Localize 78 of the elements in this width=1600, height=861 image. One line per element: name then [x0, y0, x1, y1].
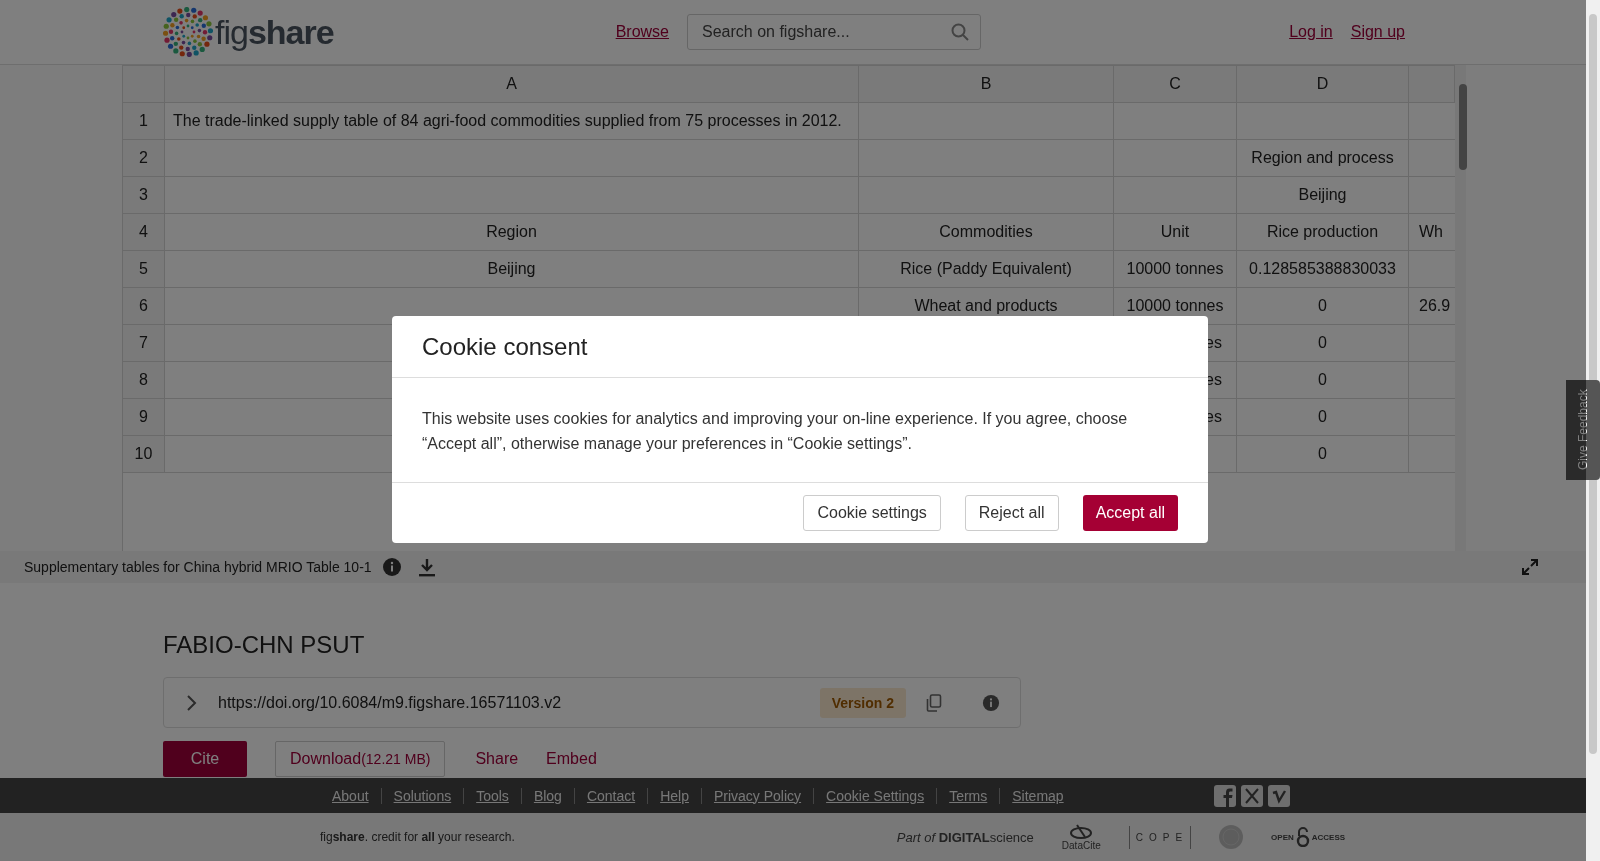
table-cell: 0 — [1237, 436, 1409, 473]
column-header[interactable]: A — [165, 66, 859, 103]
facebook-icon[interactable] — [1213, 784, 1236, 807]
table-cell: Rice production — [1237, 214, 1409, 251]
row-number: 2 — [123, 140, 165, 177]
table-cell: The trade-linked supply table of 84 agri-food commodities supplied from 75 processes in 2012. — [165, 103, 859, 140]
search-icon[interactable] — [951, 23, 969, 41]
footer-link[interactable]: Terms — [936, 787, 1000, 804]
padlock-icon[interactable] — [1295, 827, 1310, 847]
version-badge: Version 2 — [819, 687, 906, 718]
login-link[interactable]: Log in — [1289, 23, 1333, 41]
column-header[interactable]: C — [1114, 66, 1237, 103]
footer-link[interactable]: Cookie Settings — [813, 787, 937, 804]
footer-link[interactable]: Tools — [463, 787, 521, 804]
cookie-button[interactable]: Cookie settings — [803, 495, 941, 531]
vimeo-icon[interactable] — [1267, 784, 1290, 807]
doi-link[interactable]: https://doi.org/10.6084/m9.figshare.16571103.v2 — [218, 693, 562, 712]
cookie-button[interactable]: Reject all — [964, 495, 1059, 531]
open-access-label[interactable]: OPEN — [1271, 832, 1294, 842]
chevron-right-icon[interactable] — [186, 693, 198, 712]
table-cell: 0 — [1237, 288, 1409, 325]
row-number: 8 — [123, 362, 165, 399]
datacite-logo[interactable]: DataCite — [1061, 839, 1101, 851]
action-link[interactable]: Share — [461, 741, 533, 777]
column-header[interactable]: B — [859, 66, 1114, 103]
table-cell: Unit — [1114, 214, 1237, 251]
row-number: 9 — [123, 399, 165, 436]
row-number: 5 — [123, 251, 165, 288]
row-number: 4 — [123, 214, 165, 251]
cookie-button[interactable]: Accept all — [1082, 495, 1178, 531]
action-button[interactable]: Cite — [163, 741, 247, 777]
dialog-title: Cookie consent — [422, 332, 588, 361]
table-cell: 0.128585388830033 — [1237, 251, 1409, 288]
tagline: figshare. credit for all your research. — [320, 830, 515, 844]
info-icon[interactable] — [982, 693, 1000, 712]
action-link[interactable]: Embed — [532, 741, 611, 777]
table-cell: 0 — [1237, 399, 1409, 436]
footer-link[interactable]: Solutions — [380, 787, 464, 804]
file-title: Supplementary tables for China hybrid MRIO Table 10-1 — [24, 559, 372, 575]
footer-link[interactable]: Sitemap — [999, 787, 1076, 804]
footer-link[interactable]: Blog — [520, 787, 574, 804]
table-cell: Beijing — [1237, 177, 1409, 214]
table-cell: Region — [165, 214, 859, 251]
cope-logo[interactable]: COPE — [1128, 825, 1192, 849]
scrollbar[interactable] — [1455, 65, 1466, 551]
column-header[interactable]: D — [1237, 66, 1409, 103]
digital-science-logo[interactable]: Part of DIGITALscience — [896, 829, 1034, 845]
search-field[interactable]: Search on figshare... — [687, 14, 981, 50]
expand-icon[interactable] — [1522, 559, 1538, 575]
browse-link[interactable]: Browse — [615, 23, 669, 41]
table-cell: 10000 tonnes — [1114, 251, 1237, 288]
feedback-tab[interactable]: Give Feedback — [1566, 380, 1600, 480]
download-icon[interactable] — [417, 557, 436, 577]
row-number: 10 — [123, 436, 165, 473]
row-number: 1 — [123, 103, 165, 140]
datacite-icon[interactable] — [1069, 823, 1094, 840]
open-access-label[interactable]: ACCESS — [1311, 832, 1346, 842]
table-cell: 0 — [1237, 325, 1409, 362]
logo-wordmark[interactable]: figshare — [215, 12, 334, 52]
table-cell: Rice (Paddy Equivalent) — [859, 251, 1114, 288]
action-button[interactable]: Download(12.21 MB) — [275, 741, 446, 777]
copy-icon[interactable] — [926, 693, 942, 712]
info-icon[interactable] — [381, 557, 402, 577]
logo-icon — [163, 7, 213, 57]
table-cell: 0 — [1237, 362, 1409, 399]
row-number: 6 — [123, 288, 165, 325]
table-cell: Beijing — [165, 251, 859, 288]
signup-link[interactable]: Sign up — [1350, 23, 1405, 41]
table-cell: Region and process — [1237, 140, 1409, 177]
footer-link[interactable]: Privacy Policy — [700, 787, 814, 804]
footer-link[interactable]: About — [320, 787, 381, 804]
footer-link[interactable]: Help — [647, 787, 701, 804]
item-title: FABIO-CHN PSUT — [163, 631, 366, 659]
row-number: 7 — [123, 325, 165, 362]
row-number: 3 — [123, 177, 165, 214]
x-icon[interactable] — [1240, 784, 1263, 807]
footer-link[interactable]: Contact — [573, 787, 648, 804]
table-cell: Commodities — [859, 214, 1114, 251]
